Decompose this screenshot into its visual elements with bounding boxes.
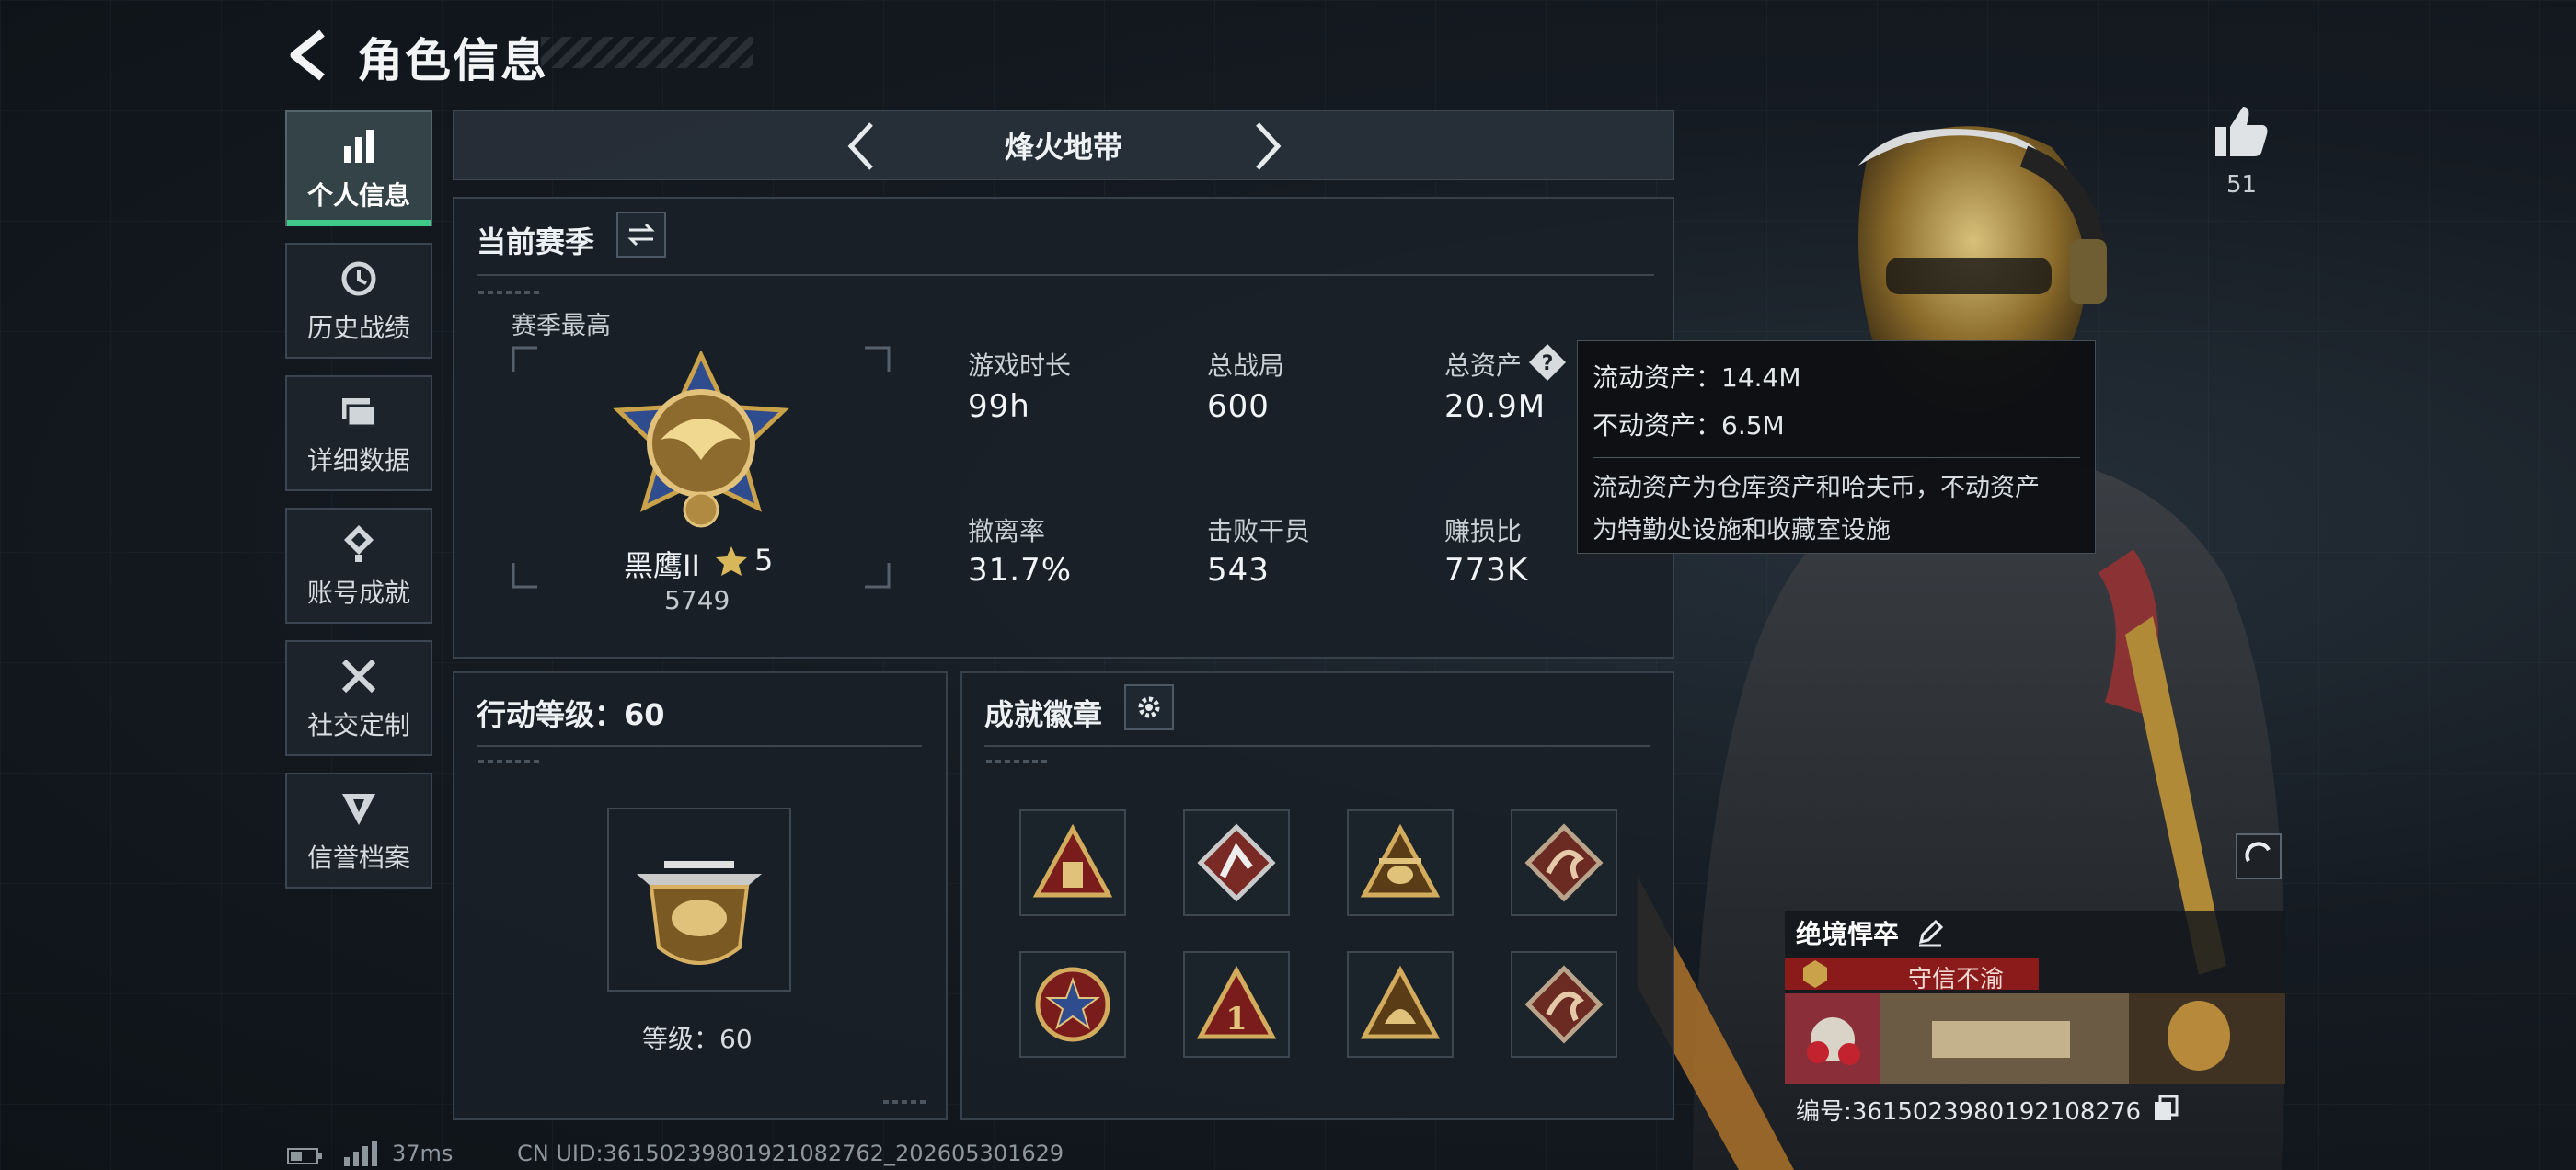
tooltip-fixed-assets: 不动资产：6.5M — [1593, 410, 1785, 441]
tick-decoration — [986, 760, 1051, 763]
sidebar-item-label: 信誉档案 — [306, 843, 410, 873]
rank-name: 黑鹰II — [624, 548, 700, 583]
achievement-badge[interactable] — [1019, 951, 1126, 1058]
player-title: 绝境悍卒 — [1796, 919, 1900, 949]
stat-value: 99h — [968, 388, 1030, 425]
sidebar-item-personal-info[interactable]: 个人信息 — [285, 110, 432, 226]
title-decoration — [541, 37, 753, 68]
season-best-label: 赛季最高 — [512, 312, 611, 340]
badge-number-one-icon: 1 — [1196, 965, 1277, 1039]
divider — [984, 745, 1650, 747]
achievement-badge[interactable]: 1 — [1183, 951, 1290, 1058]
svg-text:?: ? — [1542, 352, 1554, 375]
sidebar-item-social[interactable]: 社交定制 — [285, 640, 432, 756]
rank-emblem-icon — [613, 351, 789, 528]
like-count: 51 — [2226, 171, 2258, 199]
achievement-badge[interactable] — [1511, 809, 1617, 916]
sidebar-item-detail-data[interactable]: 详细数据 — [285, 375, 432, 491]
tick-decoration — [478, 760, 543, 763]
star-icon — [716, 546, 747, 576]
achievement-badge[interactable] — [1511, 951, 1617, 1058]
player-id: 编号:3615023980192108276 — [1796, 1098, 2142, 1126]
stat-label: 赚损比 — [1444, 516, 1523, 546]
svg-text:1: 1 — [1225, 1001, 1248, 1038]
divider — [477, 745, 922, 747]
swap-icon — [627, 223, 655, 247]
ping-text: 37ms — [392, 1141, 454, 1166]
badge-helicopter-icon — [1360, 823, 1441, 898]
tooltip-divider — [1593, 457, 2080, 458]
stat-value: 31.7% — [968, 552, 1073, 589]
stat-label: 游戏时长 — [968, 350, 1072, 381]
sidebar-item-label: 详细数据 — [306, 445, 410, 476]
help-icon[interactable]: ? — [1527, 342, 1568, 383]
signal-icon — [344, 1141, 377, 1166]
assets-tooltip: 流动资产：14.4M 不动资产：6.5M 流动资产为仓库资产和哈夫币，不动资产 … — [1577, 340, 2096, 554]
action-level-title: 行动等级：60 — [477, 697, 665, 732]
history-icon — [341, 261, 376, 296]
badges-title: 成就徽章 — [984, 697, 1103, 732]
badge-star-medal-icon — [1035, 967, 1110, 1042]
uid-text: CN UID:3615023980192108276​2_20260530162… — [517, 1141, 1064, 1166]
thumbs-up-icon[interactable] — [2212, 103, 2271, 158]
sidebar-item-label: 社交定制 — [306, 710, 410, 740]
divider — [477, 274, 1654, 276]
stat-value: 600 — [1207, 388, 1270, 425]
emblem-icon — [1803, 960, 1827, 988]
stat-label: 击败干员 — [1207, 516, 1311, 546]
tooltip-desc-line1: 流动资产为仓库资产和哈夫币，不动资产 — [1593, 474, 2040, 502]
rotate-icon[interactable] — [2236, 833, 2282, 879]
mode-selector: 烽火地带 — [453, 110, 1674, 180]
tick-decoration — [478, 291, 543, 294]
page-title: 角色信息 — [357, 34, 548, 87]
badge-tower-icon — [1032, 823, 1113, 898]
badge-runner-icon — [1197, 823, 1276, 902]
tooltip-liquid-assets: 流动资产：14.4M — [1593, 362, 1801, 393]
sidebar-item-label: 个人信息 — [306, 180, 410, 211]
reputation-icon — [342, 794, 375, 825]
stat-label: 总资产 — [1444, 350, 1523, 381]
player-name-card[interactable]: 绝境悍卒 守信不渝 — [1785, 911, 2285, 1084]
stat-label: 撤离率 — [968, 516, 1046, 546]
season-title: 当前赛季 — [477, 224, 595, 259]
stat-value: 20.9M — [1444, 388, 1547, 425]
gear-icon — [1138, 696, 1160, 718]
achievement-badge[interactable] — [1347, 809, 1454, 916]
folder-icon — [342, 398, 377, 428]
chevron-right-icon[interactable] — [1248, 117, 1289, 176]
achievement-icon — [344, 525, 374, 562]
rank-stars: 5 — [754, 543, 774, 578]
level-text: 等级：60 — [642, 1024, 753, 1054]
stat-value: 773K — [1444, 552, 1529, 589]
bar-chart-icon — [344, 130, 374, 163]
achievement-badge[interactable] — [1347, 951, 1454, 1058]
mode-name: 烽火地带 — [1004, 130, 1122, 165]
badge-dragon-icon — [1524, 823, 1604, 902]
badge-beast-icon — [1360, 965, 1441, 1039]
motto-text: 守信不渝 — [1908, 966, 2005, 993]
achievement-badge[interactable] — [1019, 809, 1126, 916]
rank-score: 5749 — [664, 585, 730, 615]
sidebar-item-label: 账号成就 — [306, 578, 410, 608]
back-arrow-icon[interactable] — [285, 28, 331, 83]
card-banner-image — [1785, 993, 2285, 1084]
edit-icon[interactable] — [1915, 918, 1945, 947]
stat-value: 543 — [1207, 552, 1270, 589]
achievement-badge[interactable] — [1183, 809, 1290, 916]
level-emblem-frame — [607, 808, 791, 992]
tools-icon — [341, 659, 376, 694]
copy-icon[interactable] — [2153, 1095, 2179, 1122]
sidebar-item-achievements[interactable]: 账号成就 — [285, 508, 432, 624]
tick-decoration — [883, 1100, 929, 1104]
switch-season-button[interactable] — [616, 212, 666, 258]
sidebar-item-reputation[interactable]: 信誉档案 — [285, 773, 432, 889]
stat-label: 总战局 — [1207, 350, 1285, 381]
tooltip-desc-line2: 为特勤处设施和收藏室设施 — [1593, 516, 1891, 545]
badge-dragon-icon — [1524, 965, 1604, 1044]
helicopter-emblem-icon — [637, 861, 762, 965]
battery-icon — [287, 1148, 322, 1164]
badge-settings-button[interactable] — [1124, 684, 1174, 730]
sidebar-item-history[interactable]: 历史战绩 — [285, 243, 432, 359]
sidebar-item-label: 历史战绩 — [306, 313, 410, 343]
